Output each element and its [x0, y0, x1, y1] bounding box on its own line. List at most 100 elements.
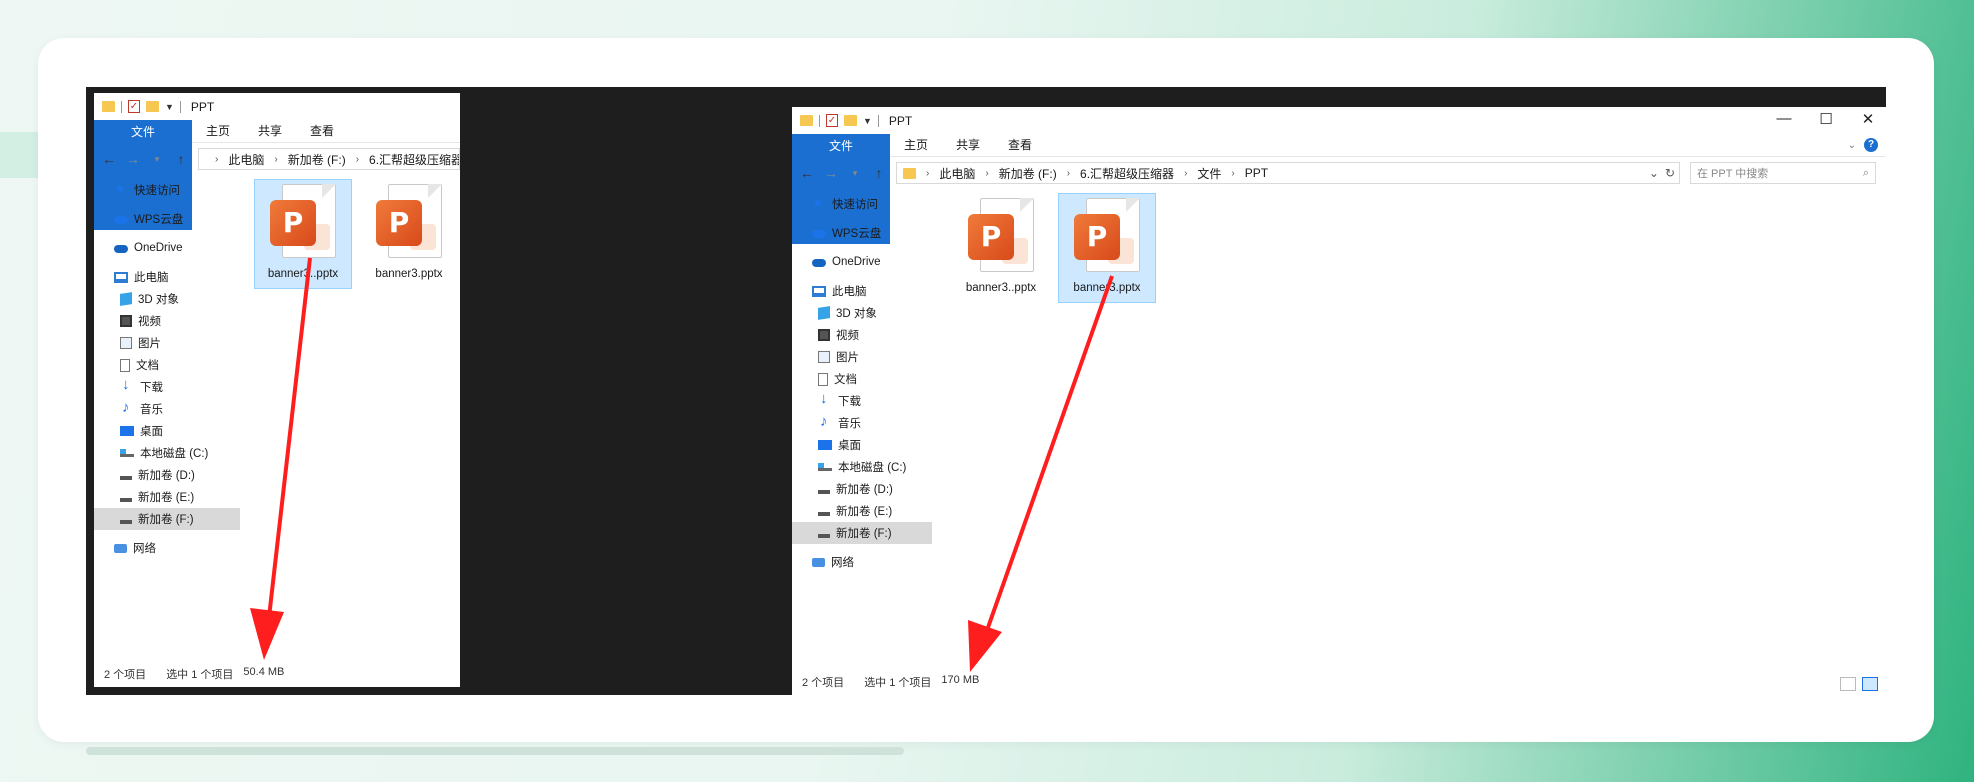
nav-label: 3D 对象 — [138, 294, 179, 306]
back-icon[interactable]: ← — [102, 151, 116, 167]
refresh-icon[interactable]: ↻ — [1665, 166, 1675, 180]
quick-access-dropdown-icon[interactable]: ▼ — [863, 116, 872, 126]
nav-label: 网络 — [133, 543, 156, 555]
nav-this-pc[interactable]: 此电脑 — [94, 266, 240, 288]
expand-ribbon-icon[interactable]: ⌄ — [1848, 140, 1856, 151]
nav-videos[interactable]: 视频 — [94, 310, 240, 332]
nav-downloads[interactable]: 下载 — [792, 390, 932, 412]
nav-onedrive[interactable]: OneDrive — [792, 251, 932, 273]
back-icon[interactable]: ← — [800, 165, 814, 181]
tab-view[interactable]: 查看 — [296, 120, 348, 142]
address-bar[interactable]: › 此电脑 › 新加卷 (F:) › 6.汇帮超级压缩器 › — [198, 148, 460, 170]
separator — [179, 100, 181, 113]
new-folder-icon[interactable] — [146, 101, 159, 112]
properties-icon[interactable]: ✓ — [128, 100, 140, 113]
nav-label: WPS云盘 — [134, 214, 184, 226]
file-item[interactable]: P banner3..pptx — [254, 179, 352, 289]
maximize-button[interactable]: ☐ — [1818, 110, 1834, 128]
separator — [819, 114, 820, 127]
system-drive-icon — [120, 449, 134, 457]
tab-share[interactable]: 共享 — [942, 134, 994, 156]
system-drive-icon — [818, 463, 832, 471]
chevron-down-icon[interactable]: ⌄ — [1649, 166, 1659, 180]
search-input[interactable]: 在 PPT 中搜索 ⌕ — [1690, 162, 1876, 184]
nav-drive-e[interactable]: 新加卷 (E:) — [94, 486, 240, 508]
nav-music[interactable]: 音乐 — [94, 398, 240, 420]
nav-downloads[interactable]: 下载 — [94, 376, 240, 398]
forward-icon[interactable]: → — [126, 151, 140, 167]
nav-documents[interactable]: 文档 — [792, 368, 932, 390]
details-view-icon[interactable] — [1840, 677, 1856, 691]
nav-label: OneDrive — [832, 256, 881, 268]
forward-icon[interactable]: → — [824, 165, 838, 181]
tab-share[interactable]: 共享 — [244, 120, 296, 142]
nav-label: 音乐 — [838, 418, 861, 430]
nav-label: 视频 — [836, 330, 859, 342]
breadcrumb-ppt[interactable]: PPT — [1245, 166, 1268, 180]
up-icon[interactable]: ↑ — [174, 151, 188, 167]
cloud-icon — [114, 216, 128, 224]
nav-drive-c[interactable]: 本地磁盘 (C:) — [94, 442, 240, 464]
nav-wps-cloud[interactable]: WPS云盘 — [94, 208, 240, 230]
nav-videos[interactable]: 视频 — [792, 324, 932, 346]
recent-dropdown-icon[interactable]: ▾ — [848, 168, 862, 179]
properties-icon[interactable]: ✓ — [826, 114, 838, 127]
breadcrumb-this-pc[interactable]: 此电脑 — [228, 151, 264, 168]
address-bar[interactable]: › 此电脑 › 新加卷 (F:) › 6.汇帮超级压缩器 › 文件 › PPT … — [896, 162, 1680, 184]
minimize-button[interactable]: — — [1776, 110, 1792, 128]
nav-desktop[interactable]: 桌面 — [94, 420, 240, 442]
tab-home[interactable]: 主页 — [192, 120, 244, 142]
recent-dropdown-icon[interactable]: ▾ — [150, 154, 164, 165]
nav-label: 视频 — [138, 316, 161, 328]
selected-size: 50.4 MB — [243, 666, 285, 678]
new-folder-icon[interactable] — [844, 115, 857, 126]
nav-documents[interactable]: 文档 — [94, 354, 240, 376]
nav-onedrive[interactable]: OneDrive — [94, 237, 240, 259]
nav-3d-objects[interactable]: 3D 对象 — [792, 302, 932, 324]
file-name: banner3.pptx — [375, 268, 443, 280]
nav-pictures[interactable]: 图片 — [94, 332, 240, 354]
selected-count: 选中 1 个项目 — [864, 677, 932, 689]
tab-home[interactable]: 主页 — [890, 134, 942, 156]
nav-music[interactable]: 音乐 — [792, 412, 932, 434]
nav-drive-f[interactable]: 新加卷 (F:) — [792, 522, 932, 544]
help-icon[interactable]: ? — [1864, 138, 1878, 152]
breadcrumb-files[interactable]: 文件 — [1197, 165, 1221, 182]
file-item[interactable]: P banner3.pptx — [360, 179, 458, 289]
nav-label: 此电脑 — [832, 286, 867, 298]
breadcrumb-folder[interactable]: 6.汇帮超级压缩器 — [369, 151, 459, 168]
breadcrumb-drive-f[interactable]: 新加卷 (F:) — [288, 151, 346, 168]
drive-icon — [818, 507, 830, 516]
nav-drive-d[interactable]: 新加卷 (D:) — [792, 478, 932, 500]
nav-label: 新加卷 (F:) — [836, 528, 892, 540]
breadcrumb-this-pc[interactable]: 此电脑 — [939, 165, 975, 182]
up-icon[interactable]: ↑ — [872, 165, 886, 181]
nav-network[interactable]: 网络 — [792, 551, 932, 573]
nav-drive-e[interactable]: 新加卷 (E:) — [792, 500, 932, 522]
chevron-right-icon: › — [1231, 167, 1235, 179]
pptx-file-icon: P — [966, 198, 1036, 276]
nav-wps-cloud[interactable]: WPS云盘 — [792, 222, 932, 244]
file-item[interactable]: P banner3..pptx — [952, 193, 1050, 303]
close-button[interactable]: ✕ — [1860, 110, 1876, 128]
file-item[interactable]: P banner3.pptx — [1058, 193, 1156, 303]
nav-drive-f[interactable]: 新加卷 (F:) — [94, 508, 240, 530]
nav-desktop[interactable]: 桌面 — [792, 434, 932, 456]
horizontal-scrollbar[interactable] — [86, 747, 904, 755]
nav-this-pc[interactable]: 此电脑 — [792, 280, 932, 302]
nav-label: 下载 — [140, 382, 163, 394]
nav-drive-c[interactable]: 本地磁盘 (C:) — [792, 456, 932, 478]
breadcrumb-folder[interactable]: 6.汇帮超级压缩器 — [1080, 165, 1174, 182]
large-icons-view-icon[interactable] — [1862, 677, 1878, 691]
nav-quick-access[interactable]: 快速访问 — [792, 193, 932, 215]
breadcrumb-drive-f[interactable]: 新加卷 (F:) — [999, 165, 1057, 182]
nav-label: 文档 — [834, 374, 857, 386]
tab-view[interactable]: 查看 — [994, 134, 1046, 156]
nav-pictures[interactable]: 图片 — [792, 346, 932, 368]
nav-drive-d[interactable]: 新加卷 (D:) — [94, 464, 240, 486]
nav-quick-access[interactable]: 快速访问 — [94, 179, 240, 201]
nav-3d-objects[interactable]: 3D 对象 — [94, 288, 240, 310]
folder-icon — [102, 101, 115, 112]
quick-access-dropdown-icon[interactable]: ▼ — [165, 102, 174, 112]
nav-network[interactable]: 网络 — [94, 537, 240, 559]
